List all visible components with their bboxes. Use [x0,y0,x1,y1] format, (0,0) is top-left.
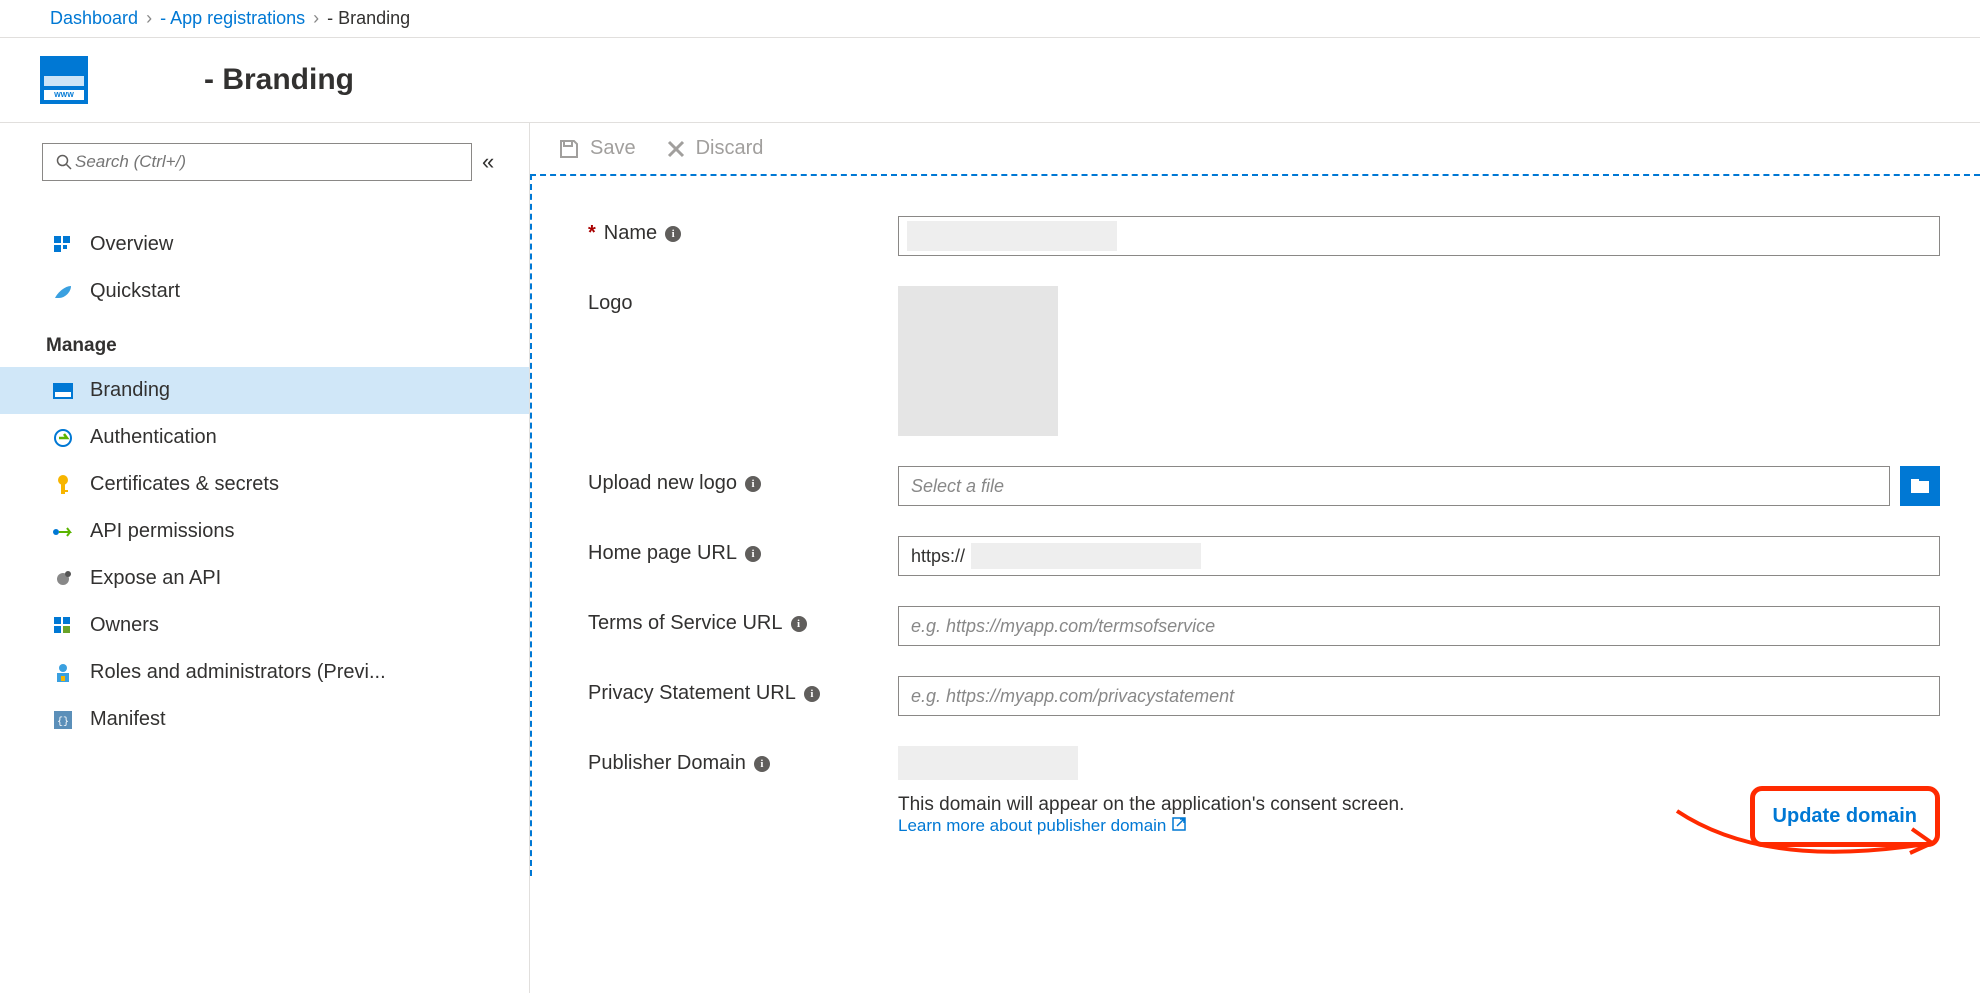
rocket-icon [52,281,74,303]
privacy-input[interactable] [898,676,1940,716]
sidebar-item-manifest[interactable]: {} Manifest [42,696,529,743]
auth-icon [52,427,74,449]
chevron-right-icon: › [146,8,152,29]
info-icon[interactable]: i [804,686,820,702]
name-input[interactable] [898,216,1940,256]
search-input[interactable] [75,152,461,172]
sidebar-item-api-permissions[interactable]: API permissions [42,508,529,555]
sidebar-item-certificates[interactable]: Certificates & secrets [42,461,529,508]
sidebar-item-label: Quickstart [90,280,180,303]
save-label: Save [590,137,636,160]
toolbar: Save Discard [530,123,1980,174]
external-link-icon [1172,816,1186,836]
title-row: WWW - Branding [0,38,1980,123]
page-title: - Branding [104,63,354,97]
sidebar-search[interactable] [42,143,472,181]
owners-icon [52,615,74,637]
chevron-right-icon: › [313,8,319,29]
sidebar-section-manage: Manage [42,315,529,367]
publisher-domain-value [898,746,1078,780]
info-icon[interactable]: i [754,756,770,772]
sidebar-item-roles[interactable]: Roles and administrators (Previ... [42,649,529,696]
save-icon [558,138,580,160]
tos-input[interactable] [898,606,1940,646]
svg-text:{}: {} [57,716,69,728]
sidebar-item-label: Overview [90,233,173,256]
collapse-sidebar-icon[interactable]: « [482,149,494,175]
discard-label: Discard [696,137,764,160]
sidebar-item-expose-api[interactable]: Expose an API [42,555,529,602]
sidebar-item-label: Authentication [90,426,217,449]
update-domain-highlight: Update domain [1750,786,1940,847]
info-icon[interactable]: i [745,546,761,562]
sidebar-item-owners[interactable]: Owners [42,602,529,649]
search-icon [53,151,75,173]
content-area: Save Discard * Name i [530,123,1980,993]
www-app-icon: WWW [40,56,88,104]
name-label: * Name i [588,216,898,245]
tos-label: Terms of Service URL i [588,606,898,635]
save-button[interactable]: Save [558,137,636,160]
homepage-input[interactable]: https:// [898,536,1940,576]
info-icon[interactable]: i [791,616,807,632]
learn-more-link[interactable]: Learn more about publisher domain [898,816,1186,836]
sidebar-item-overview[interactable]: Overview [42,221,529,268]
roles-icon [52,662,74,684]
info-icon[interactable]: i [745,476,761,492]
form-panel: * Name i Logo [530,174,1980,876]
sidebar-item-label: Owners [90,614,159,637]
key-icon [52,474,74,496]
folder-icon [1910,478,1930,494]
api-permissions-icon [52,521,74,543]
expose-api-icon [52,568,74,590]
homepage-label: Home page URL i [588,536,898,565]
upload-logo-label: Upload new logo i [588,466,898,495]
grid-icon [52,234,74,256]
logo-label: Logo [588,286,898,315]
privacy-label: Privacy Statement URL i [588,676,898,705]
breadcrumb: Dashboard › - App registrations › - Bran… [0,0,1980,38]
sidebar-item-authentication[interactable]: Authentication [42,414,529,461]
breadcrumb-current: - Branding [327,8,410,29]
browse-file-button[interactable] [1900,466,1940,506]
sidebar-item-label: Branding [90,379,170,402]
publisher-domain-label: Publisher Domain i [588,746,898,775]
sidebar-item-label: API permissions [90,520,235,543]
upload-file-input[interactable] [898,466,1890,506]
breadcrumb-dashboard[interactable]: Dashboard [50,8,138,29]
info-icon[interactable]: i [665,226,681,242]
sidebar-item-label: Expose an API [90,567,221,590]
breadcrumb-app-registrations[interactable]: - App registrations [160,8,305,29]
discard-icon [666,139,686,159]
update-domain-button[interactable]: Update domain [1755,791,1935,842]
logo-preview [898,286,1058,436]
sidebar-item-label: Roles and administrators (Previ... [90,661,386,684]
discard-button[interactable]: Discard [666,137,764,160]
sidebar-item-branding[interactable]: Branding [0,367,529,414]
www-icon [52,380,74,402]
sidebar-item-label: Certificates & secrets [90,473,279,496]
manifest-icon: {} [52,709,74,731]
sidebar: « Overview Quickstart Manage Brandi [0,123,530,993]
sidebar-item-label: Manifest [90,708,166,731]
sidebar-item-quickstart[interactable]: Quickstart [42,268,529,315]
